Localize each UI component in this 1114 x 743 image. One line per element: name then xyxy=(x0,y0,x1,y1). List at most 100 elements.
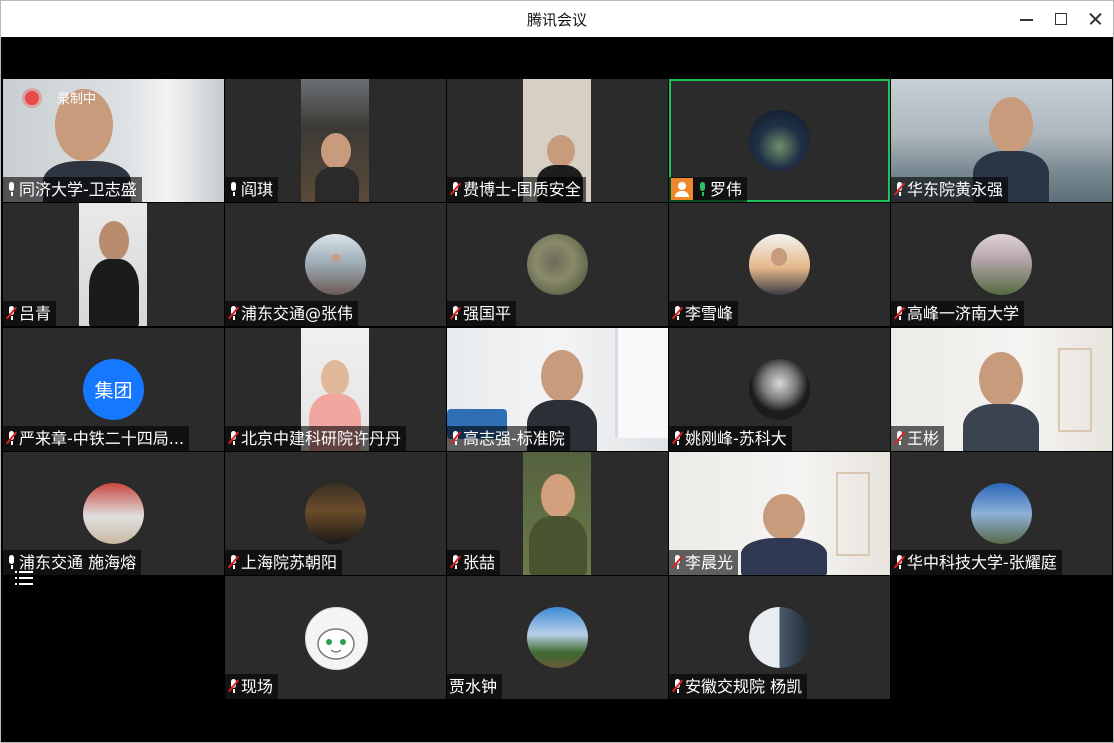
participant-name: 李雪峰 xyxy=(669,301,739,326)
avatar xyxy=(527,234,588,295)
microphone-icon xyxy=(227,181,240,197)
participant-name-text: 费博士-国质安全 xyxy=(463,180,581,199)
participant-name: 高志强-标准院 xyxy=(447,426,570,451)
microphone-muted-icon xyxy=(893,430,906,446)
avatar xyxy=(749,607,810,668)
microphone-muted-icon xyxy=(893,554,906,570)
video-tile[interactable]: 费博士-国质安全 xyxy=(447,79,668,202)
participant-name: 姚刚峰-苏科大 xyxy=(669,426,792,451)
participant-name-text: 姚刚峰-苏科大 xyxy=(685,429,787,448)
participant-name-text: 强国平 xyxy=(463,304,512,323)
microphone-muted-icon xyxy=(893,305,906,321)
participant-name-text: 同济大学-卫志盛 xyxy=(19,180,137,199)
microphone-icon xyxy=(5,181,18,197)
participant-name-text: 浦东交通 施海熔 xyxy=(19,553,137,572)
microphone-muted-icon xyxy=(449,305,462,321)
avatar xyxy=(749,234,810,295)
video-tile[interactable]: 浦东交通@张伟 xyxy=(225,203,446,326)
participant-name: 强国平 xyxy=(447,301,517,326)
participant-name: 张喆 xyxy=(447,550,501,575)
participant-name: 浦东交通@张伟 xyxy=(225,301,359,326)
video-tile[interactable]: 吕青 xyxy=(3,203,224,326)
microphone-muted-icon xyxy=(227,554,240,570)
microphone-muted-icon xyxy=(227,678,240,694)
participant-name-text: 浦东交通@张伟 xyxy=(241,304,354,323)
video-tile[interactable]: 姚刚峰-苏科大 xyxy=(669,328,890,451)
video-tile[interactable]: 安徽交规院 杨凯 xyxy=(669,576,890,699)
video-tile[interactable]: 集团 严来章-中铁二十四局... xyxy=(3,328,224,451)
close-icon[interactable] xyxy=(1087,11,1103,27)
participant-name: 严来章-中铁二十四局... xyxy=(3,426,190,451)
microphone-muted-icon xyxy=(671,305,684,321)
microphone-muted-icon xyxy=(449,554,462,570)
participant-name: 吕青 xyxy=(3,301,57,326)
participant-name: 华中科技大学-张耀庭 xyxy=(891,550,1062,575)
participant-name: 高峰一济南大学 xyxy=(891,301,1025,326)
maximize-icon[interactable] xyxy=(1053,11,1069,27)
microphone-muted-icon xyxy=(227,430,240,446)
avatar xyxy=(83,483,144,544)
participant-name-text: 上海院苏朝阳 xyxy=(241,553,338,572)
video-tile[interactable]: 王彬 xyxy=(891,328,1112,451)
participant-name: 罗伟 xyxy=(669,177,748,202)
avatar xyxy=(305,483,366,544)
video-tile[interactable]: 李雪峰 xyxy=(669,203,890,326)
avatar xyxy=(305,234,366,295)
video-tile[interactable]: 高峰一济南大学 xyxy=(891,203,1112,326)
video-tile[interactable]: 阎琪 xyxy=(225,79,446,202)
minimize-icon[interactable] xyxy=(1019,11,1035,27)
video-tile[interactable]: 北京中建科研院许丹丹 xyxy=(225,328,446,451)
video-feed xyxy=(301,79,369,202)
video-tile-active-speaker[interactable]: 罗伟 xyxy=(669,79,890,202)
video-tile[interactable]: 上海院苏朝阳 xyxy=(225,452,446,575)
participant-name-text: 贾水钟 xyxy=(449,677,498,696)
recording-indicator: 录制中 xyxy=(25,88,96,107)
participant-name-text: 高峰一济南大学 xyxy=(907,304,1020,323)
avatar xyxy=(749,359,810,420)
video-feed xyxy=(523,452,591,575)
participant-name-text: 王彬 xyxy=(907,429,940,448)
participant-name-text: 阎琪 xyxy=(241,180,274,199)
avatar xyxy=(971,483,1032,544)
video-tile[interactable]: 李晨光 xyxy=(669,452,890,575)
participant-name-text: 华中科技大学-张耀庭 xyxy=(907,553,1057,572)
participant-name-text: 现场 xyxy=(241,677,274,696)
video-tile[interactable]: 浦东交通 施海熔 xyxy=(3,452,224,575)
participant-name: 北京中建科研院许丹丹 xyxy=(225,426,407,451)
participant-name-text: 张喆 xyxy=(463,553,496,572)
record-dot-icon xyxy=(25,91,39,105)
video-tile[interactable]: 现场 xyxy=(225,576,446,699)
microphone-muted-icon xyxy=(5,305,18,321)
avatar xyxy=(305,607,368,670)
microphone-muted-icon xyxy=(893,181,906,197)
window-title: 腾讯会议 xyxy=(526,11,587,29)
participant-name: 上海院苏朝阳 xyxy=(225,550,343,575)
cartoon-face-icon xyxy=(317,628,355,660)
video-tile[interactable]: 华中科技大学-张耀庭 xyxy=(891,452,1112,575)
participant-name: 王彬 xyxy=(891,426,945,451)
microphone-muted-icon xyxy=(671,430,684,446)
microphone-muted-icon xyxy=(671,678,684,694)
recording-label: 录制中 xyxy=(57,92,97,107)
participant-name: 同济大学-卫志盛 xyxy=(3,177,142,202)
video-feed xyxy=(79,203,147,326)
participant-name: 华东院黄永强 xyxy=(891,177,1009,202)
video-tile[interactable]: 强国平 xyxy=(447,203,668,326)
participant-list-icon[interactable] xyxy=(15,571,33,585)
video-tile[interactable]: 华东院黄永强 xyxy=(891,79,1112,202)
participant-name-text: 吕青 xyxy=(19,304,52,323)
video-tile[interactable]: 高志强-标准院 xyxy=(447,328,668,451)
participant-name-text: 华东院黄永强 xyxy=(907,180,1004,199)
participant-name-text: 李晨光 xyxy=(685,553,734,572)
microphone-muted-icon xyxy=(449,430,462,446)
video-tile[interactable]: 贾水钟 xyxy=(447,576,668,699)
microphone-muted-icon xyxy=(227,305,240,321)
video-tile[interactable]: 录制中 同济大学-卫志盛 xyxy=(3,79,224,202)
participant-name-text: 李雪峰 xyxy=(685,304,734,323)
microphone-muted-icon xyxy=(449,181,462,197)
avatar xyxy=(527,607,588,668)
video-tile[interactable]: 张喆 xyxy=(447,452,668,575)
participant-name: 安徽交规院 杨凯 xyxy=(669,674,808,699)
participant-name-text: 高志强-标准院 xyxy=(463,429,565,448)
participant-name: 贾水钟 xyxy=(447,674,503,699)
